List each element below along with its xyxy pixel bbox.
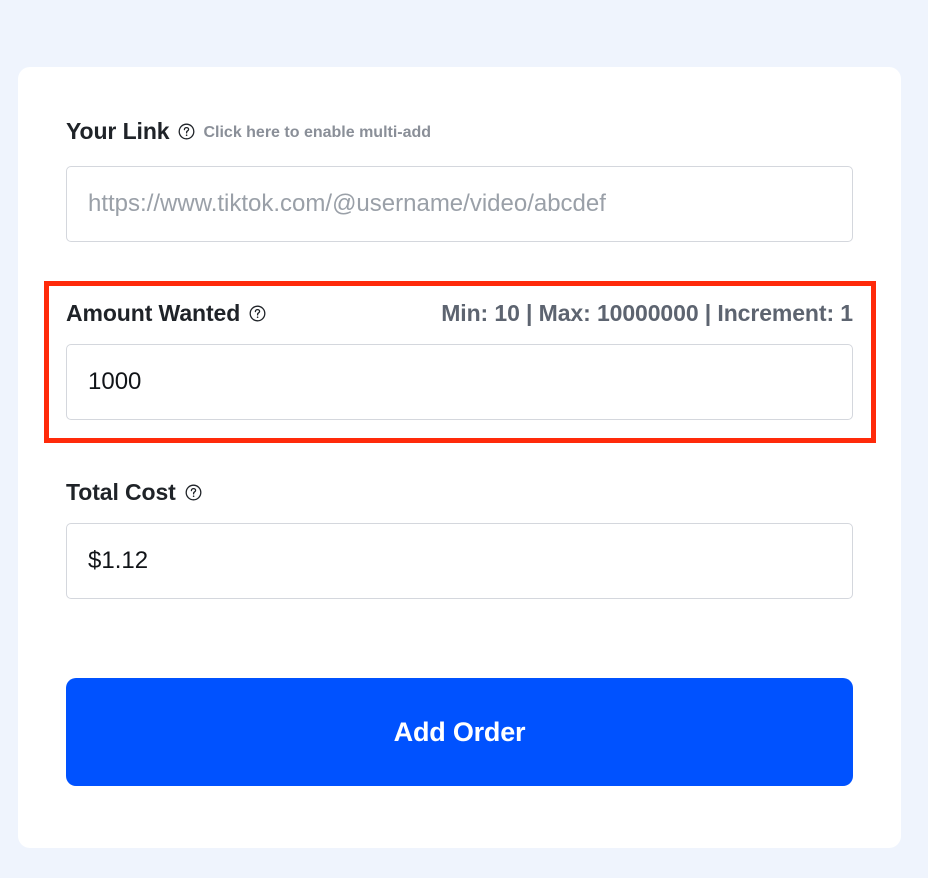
link-label: Your Link (66, 118, 170, 144)
link-field (66, 166, 853, 242)
enable-multi-add-link[interactable]: Click here to enable multi-add (203, 124, 431, 142)
total-help-icon[interactable] (185, 484, 202, 501)
link-help-icon[interactable] (178, 123, 195, 140)
link-label-row: Your Link Click here to enable multi-add (66, 118, 431, 145)
question-circle-icon (179, 123, 195, 140)
total-field (66, 523, 853, 599)
amount-help-icon[interactable] (249, 305, 266, 322)
amount-label: Amount Wanted (66, 300, 241, 326)
question-circle-icon (185, 484, 202, 501)
amount-label-row: Amount Wanted (66, 300, 266, 327)
total-cost-input[interactable] (67, 524, 852, 598)
add-order-button[interactable]: Add Order (66, 678, 853, 786)
amount-field (66, 344, 853, 420)
question-circle-icon (249, 305, 266, 322)
link-input[interactable] (67, 167, 852, 241)
total-label-row: Total Cost (66, 479, 202, 506)
amount-input[interactable] (67, 345, 852, 419)
total-label: Total Cost (66, 479, 176, 505)
amount-limits: Min: 10 | Max: 10000000 | Increment: 1 (441, 300, 853, 326)
